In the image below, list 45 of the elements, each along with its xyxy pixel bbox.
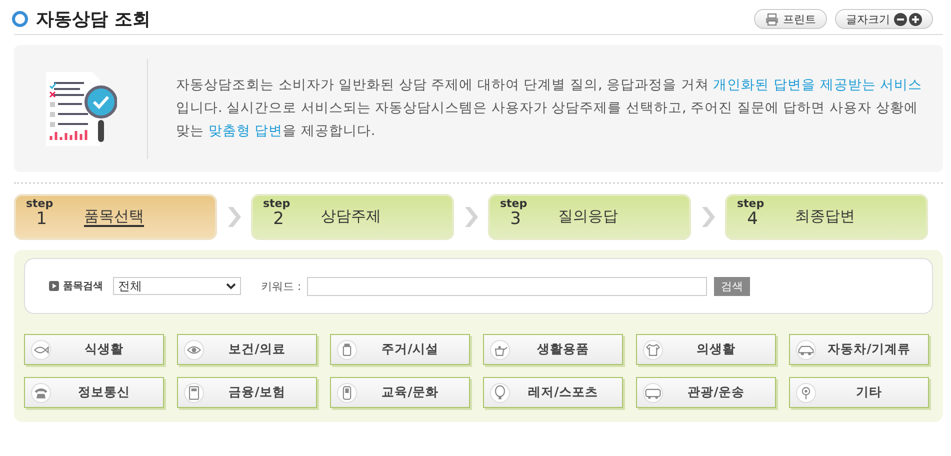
category-button[interactable]: 주거/시설	[330, 334, 470, 365]
category-button[interactable]: 관광/운송	[636, 377, 776, 408]
kettle-icon	[490, 340, 510, 360]
shirt-icon	[643, 340, 663, 360]
chevron-down-icon	[226, 282, 236, 290]
jar-icon	[337, 340, 357, 360]
balloon-icon	[490, 382, 510, 402]
chevron-icon	[226, 206, 242, 228]
font-size-button[interactable]: 글자크기	[835, 9, 933, 29]
keyword-field[interactable]	[307, 276, 708, 296]
category-button[interactable]: 교육/문화	[330, 377, 470, 408]
step-tab[interactable]: step 2 상담주제	[251, 194, 454, 240]
bus-icon	[643, 382, 663, 402]
page-title: 자동상담 조회	[36, 8, 150, 31]
intro-paragraph: 자동상담조회는 소비자가 일반화된 상담 주제에 대하여 단계별 질의, 응답과정을 거쳐 개인화된 답변을 제공받는 서비스입니다. 실시간으로 서비스되는 자동상담시스템은 사용자가 상담주제를 선택하고, 주어진 질문에 답하면 사용자 상황에 맞는 맞춤형 답변을 제공합니다.	[176, 76, 924, 141]
chevron-icon	[700, 206, 716, 228]
category-button[interactable]: 금융/보험	[177, 377, 317, 408]
category-button[interactable]: 생활용품	[483, 334, 623, 365]
category-button[interactable]: 기타	[789, 377, 929, 408]
eye-icon	[184, 340, 204, 360]
step-tab[interactable]: step 4 최종답변	[725, 194, 928, 240]
telephone-icon	[31, 382, 51, 402]
category-dropdown[interactable]: 전체	[113, 277, 241, 295]
car-icon	[796, 340, 816, 360]
category-button[interactable]: 정보통신	[24, 377, 164, 408]
category-button[interactable]: 자동차/기계류	[789, 334, 929, 365]
category-button[interactable]: 의생활	[636, 334, 776, 365]
search-button[interactable]: 검색	[714, 276, 750, 296]
category-button[interactable]: 레저/스포츠	[483, 377, 623, 408]
step-tab[interactable]: step 3 질의응답	[488, 194, 691, 240]
printer-icon	[765, 12, 779, 26]
title-bullet-icon	[12, 11, 28, 27]
keyword-label: 키워드 :	[261, 278, 302, 294]
search-label: 품목검색	[63, 280, 103, 293]
step-tab[interactable]: step 1 품목선택	[14, 194, 217, 240]
chevron-icon	[463, 206, 479, 228]
category-button[interactable]: 보건/의료	[177, 334, 317, 365]
phone-icon	[337, 382, 357, 402]
print-button[interactable]: 프린트	[754, 9, 827, 29]
plus-icon	[909, 12, 922, 26]
play-icon	[49, 281, 59, 291]
category-button[interactable]: 식생활	[24, 334, 164, 365]
calculator-icon	[184, 382, 204, 402]
fish-icon	[31, 340, 51, 360]
minus-icon	[894, 12, 907, 26]
